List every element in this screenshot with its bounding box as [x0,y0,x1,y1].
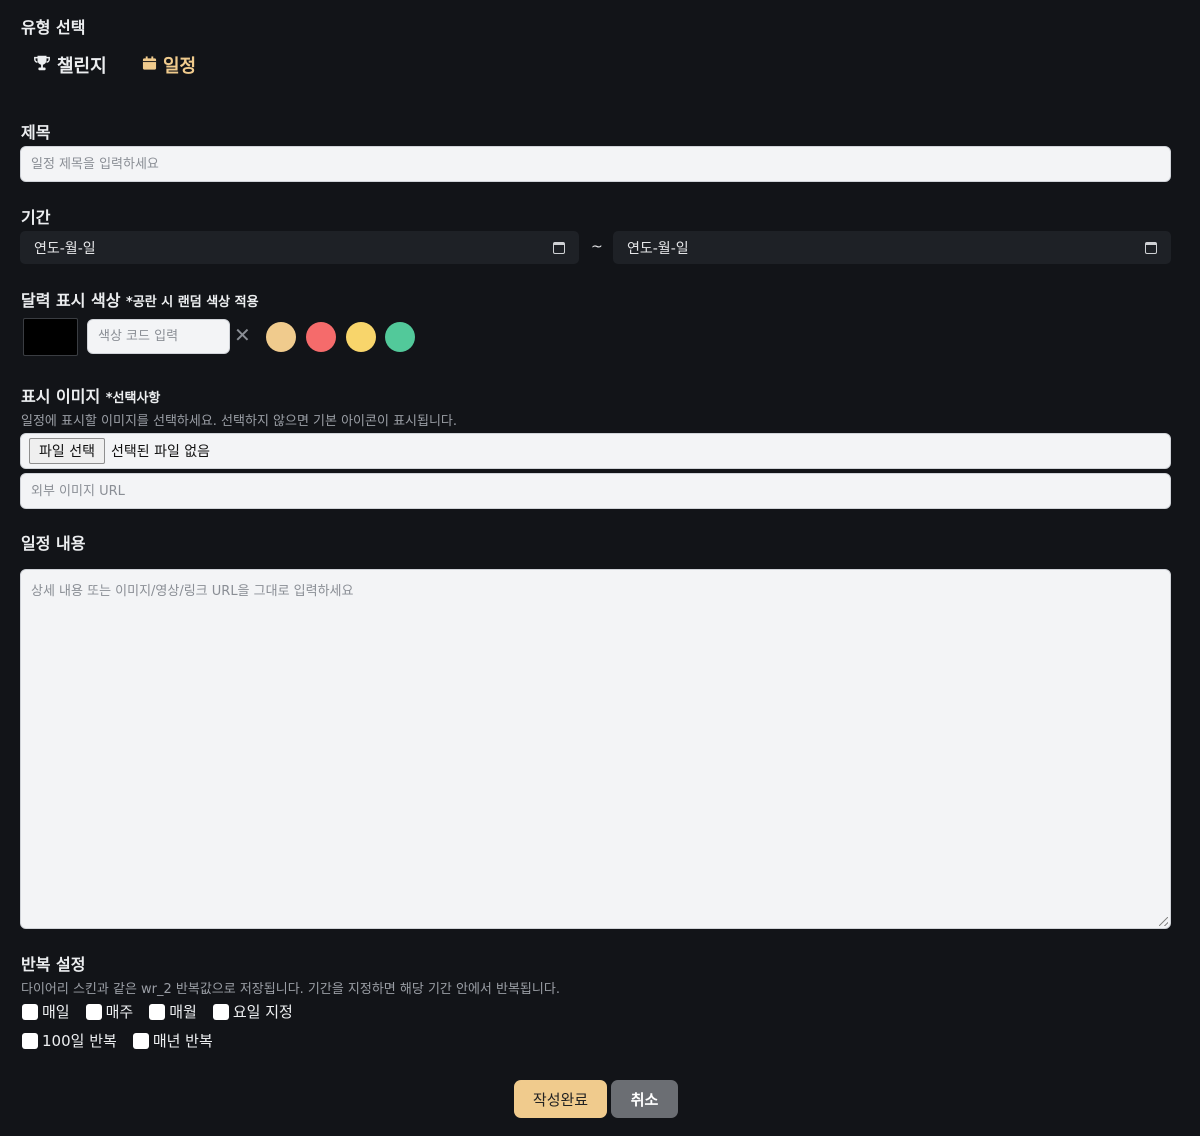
title-input[interactable] [20,146,1171,182]
color-label-row: 달력 표시 색상 *공란 시 랜덤 색상 적용 [21,287,259,311]
checkbox-box[interactable] [149,1003,166,1020]
content-placeholder: 상세 내용 또는 이미지/영상/링크 URL을 그대로 입력하세요 [31,584,354,599]
color-swatch-sand[interactable] [266,322,296,352]
checkbox-box[interactable] [22,1032,38,1049]
submit-button[interactable]: 작성완료 [514,1080,607,1118]
image-url-input[interactable] [20,473,1171,509]
start-date-value: 연도-월-일 [34,240,96,257]
title-label: 제목 [21,123,51,142]
trophy-icon [33,54,51,77]
file-status-text: 선택된 파일 없음 [110,444,211,460]
file-select-button[interactable]: 파일 선택 [29,438,105,464]
image-help-text: 일정에 표시할 이미지를 선택하세요. 선택하지 않으면 기본 아이콘이 표시됩… [21,414,458,429]
repeat-yearly-checkbox[interactable]: 매년 반복 [132,1030,213,1051]
checkbox-label: 100일 반복 [42,1032,117,1050]
cancel-button[interactable]: 취소 [611,1080,678,1118]
period-label: 기간 [21,208,51,227]
end-date-input[interactable]: 연도-월-일 [613,231,1171,264]
clear-color-icon[interactable]: ✕ [234,325,251,345]
period-separator: ~ [591,239,603,255]
calendar-picker-icon[interactable] [1145,241,1157,254]
image-label: 표시 이미지 [21,387,101,406]
start-date-input[interactable]: 연도-월-일 [20,231,579,264]
checkbox-box[interactable] [85,1003,102,1020]
checkbox-label: 매년 반복 [152,1032,213,1050]
type-tab-challenge[interactable]: 챌린지 [33,52,107,78]
color-swatch-red[interactable] [306,322,336,352]
repeat-options-row-1: 매일 매주 매월 요일 지정 [22,1001,293,1022]
checkbox-label: 매일 [42,1003,70,1021]
color-label: 달력 표시 색상 [21,291,121,310]
end-date-value: 연도-월-일 [627,240,689,257]
repeat-options-row-2: 100일 반복 매년 반복 [22,1030,213,1051]
checkbox-box[interactable] [132,1032,149,1049]
repeat-weekly-checkbox[interactable]: 매주 [85,1001,134,1022]
checkbox-box[interactable] [22,1003,38,1020]
checkbox-box[interactable] [212,1003,229,1020]
type-select-label: 유형 선택 [21,18,86,37]
color-swatch-green[interactable] [385,322,415,352]
image-note: *선택사항 [105,391,161,406]
repeat-help-text: 다이어리 스킨과 같은 wr_2 반복값으로 저장됩니다. 기간을 지정하면 해… [21,982,560,997]
repeat-weekday-checkbox[interactable]: 요일 지정 [212,1001,293,1022]
repeat-label: 반복 설정 [21,955,86,974]
image-label-row: 표시 이미지 *선택사항 [21,383,160,407]
type-tab-schedule[interactable]: 일정 [142,52,196,78]
repeat-100days-checkbox[interactable]: 100일 반복 [22,1030,117,1051]
type-tab-schedule-label: 일정 [163,56,197,77]
color-note: *공란 시 랜덤 색상 적용 [126,295,259,310]
content-textarea[interactable]: 상세 내용 또는 이미지/영상/링크 URL을 그대로 입력하세요 [20,569,1171,929]
color-code-input[interactable] [87,319,230,354]
content-label: 일정 내용 [21,534,86,553]
checkbox-label: 매월 [169,1003,197,1021]
repeat-daily-checkbox[interactable]: 매일 [22,1001,70,1022]
type-tab-challenge-label: 챌린지 [57,56,107,77]
color-picker-preview[interactable] [23,318,78,356]
calendar-icon [142,55,157,76]
calendar-picker-icon[interactable] [553,241,565,254]
checkbox-label: 매주 [105,1003,134,1021]
checkbox-label: 요일 지정 [232,1003,293,1021]
image-file-input[interactable]: 파일 선택 선택된 파일 없음 [20,433,1171,469]
resize-handle-icon[interactable] [1159,917,1168,926]
color-swatch-yellow[interactable] [346,322,376,352]
repeat-monthly-checkbox[interactable]: 매월 [149,1001,197,1022]
